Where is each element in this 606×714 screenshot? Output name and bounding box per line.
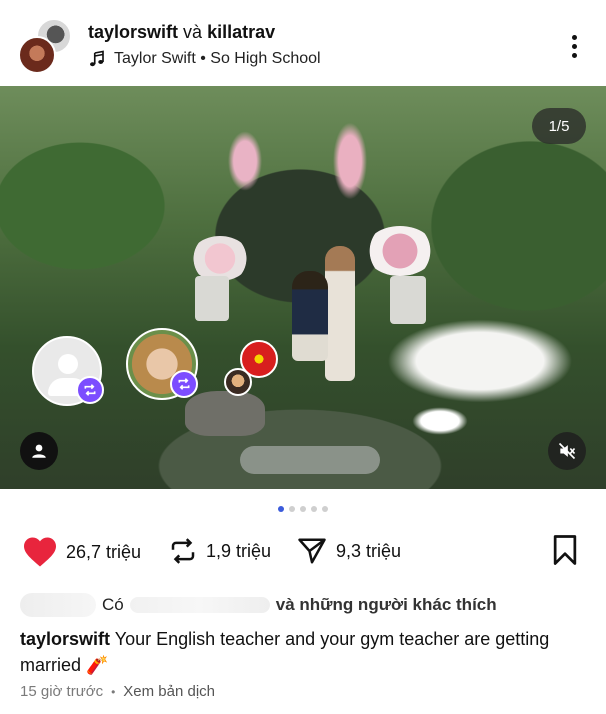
post-meta: 15 giờ trước • Xem bản dịch bbox=[20, 683, 215, 700]
like-button[interactable]: 26,7 triệu bbox=[22, 536, 141, 568]
planter-decoration bbox=[195, 276, 229, 321]
carousel-dot[interactable] bbox=[322, 506, 328, 512]
carousel-dots bbox=[0, 506, 606, 512]
carousel-dot[interactable] bbox=[278, 506, 284, 512]
flower-cluster-decoration bbox=[190, 236, 250, 281]
bookmark-icon bbox=[553, 535, 577, 565]
music-note-icon bbox=[90, 50, 104, 67]
woman-figure bbox=[325, 246, 355, 381]
meta-separator: • bbox=[111, 684, 116, 699]
mute-icon bbox=[558, 442, 576, 460]
liked-by-prefix: Có bbox=[102, 595, 124, 614]
flower-arch-decoration bbox=[330, 116, 370, 206]
author-secondary[interactable]: killatrav bbox=[207, 22, 275, 42]
author-avatars[interactable] bbox=[18, 18, 74, 74]
music-label: Taylor Swift • So High School bbox=[114, 50, 321, 67]
repost-count: 1,9 triệu bbox=[206, 540, 272, 561]
white-flowers-decoration bbox=[380, 316, 580, 406]
tagged-users-button[interactable] bbox=[20, 432, 58, 470]
music-track[interactable]: Taylor Swift • So High School bbox=[88, 50, 321, 68]
repost-badge-icon bbox=[76, 376, 104, 404]
action-bar: 26,7 triệu 1,9 triệu 9,3 triệu bbox=[0, 530, 606, 574]
caption-username[interactable]: taylorswift bbox=[20, 629, 110, 649]
white-flowers-decoration bbox=[410, 406, 470, 436]
translate-link[interactable]: Xem bản dịch bbox=[123, 683, 215, 700]
tagged-user-small[interactable] bbox=[224, 368, 252, 396]
share-button[interactable]: 9,3 triệu bbox=[296, 536, 401, 566]
bookmark-button[interactable] bbox=[550, 534, 580, 571]
liker-avatars-blurred bbox=[20, 593, 96, 617]
liked-by-line[interactable]: Có và những người khác thích bbox=[20, 592, 497, 618]
share-icon bbox=[298, 538, 326, 564]
like-count: 26,7 triệu bbox=[66, 541, 142, 562]
planter-decoration bbox=[390, 276, 426, 324]
repost-badge-icon bbox=[170, 370, 198, 398]
carousel-dot[interactable] bbox=[311, 506, 317, 512]
repost-icon bbox=[171, 538, 195, 564]
image-counter: 1/5 bbox=[532, 108, 586, 144]
flower-arch-decoration bbox=[225, 126, 265, 196]
liked-by-suffix: và những người khác thích bbox=[275, 595, 497, 614]
repost-button[interactable]: 1,9 triệu bbox=[168, 536, 271, 566]
post-time: 15 giờ trước bbox=[20, 683, 104, 700]
liker-names-blurred bbox=[129, 597, 270, 613]
heart-icon bbox=[24, 537, 56, 567]
carousel-dot[interactable] bbox=[300, 506, 306, 512]
author-primary[interactable]: taylorswift bbox=[88, 22, 178, 42]
author-names: taylorswift và killatrav bbox=[88, 22, 275, 43]
avatar-taylorswift[interactable] bbox=[18, 36, 56, 74]
more-options-icon[interactable] bbox=[560, 32, 588, 60]
author-joiner: và bbox=[183, 22, 203, 42]
stone-path-decoration bbox=[240, 446, 380, 474]
man-figure bbox=[292, 271, 328, 361]
stone-decoration bbox=[185, 391, 265, 436]
post-caption: taylorswift Your English teacher and you… bbox=[20, 626, 590, 678]
mute-button[interactable] bbox=[548, 432, 586, 470]
carousel-dot[interactable] bbox=[289, 506, 295, 512]
share-count: 9,3 triệu bbox=[336, 540, 402, 561]
post-header: taylorswift và killatrav Taylor Swift • … bbox=[0, 0, 606, 86]
user-icon bbox=[32, 444, 46, 458]
flower-cluster-decoration bbox=[365, 226, 435, 276]
post-photo[interactable]: 1/5 bbox=[0, 86, 606, 489]
